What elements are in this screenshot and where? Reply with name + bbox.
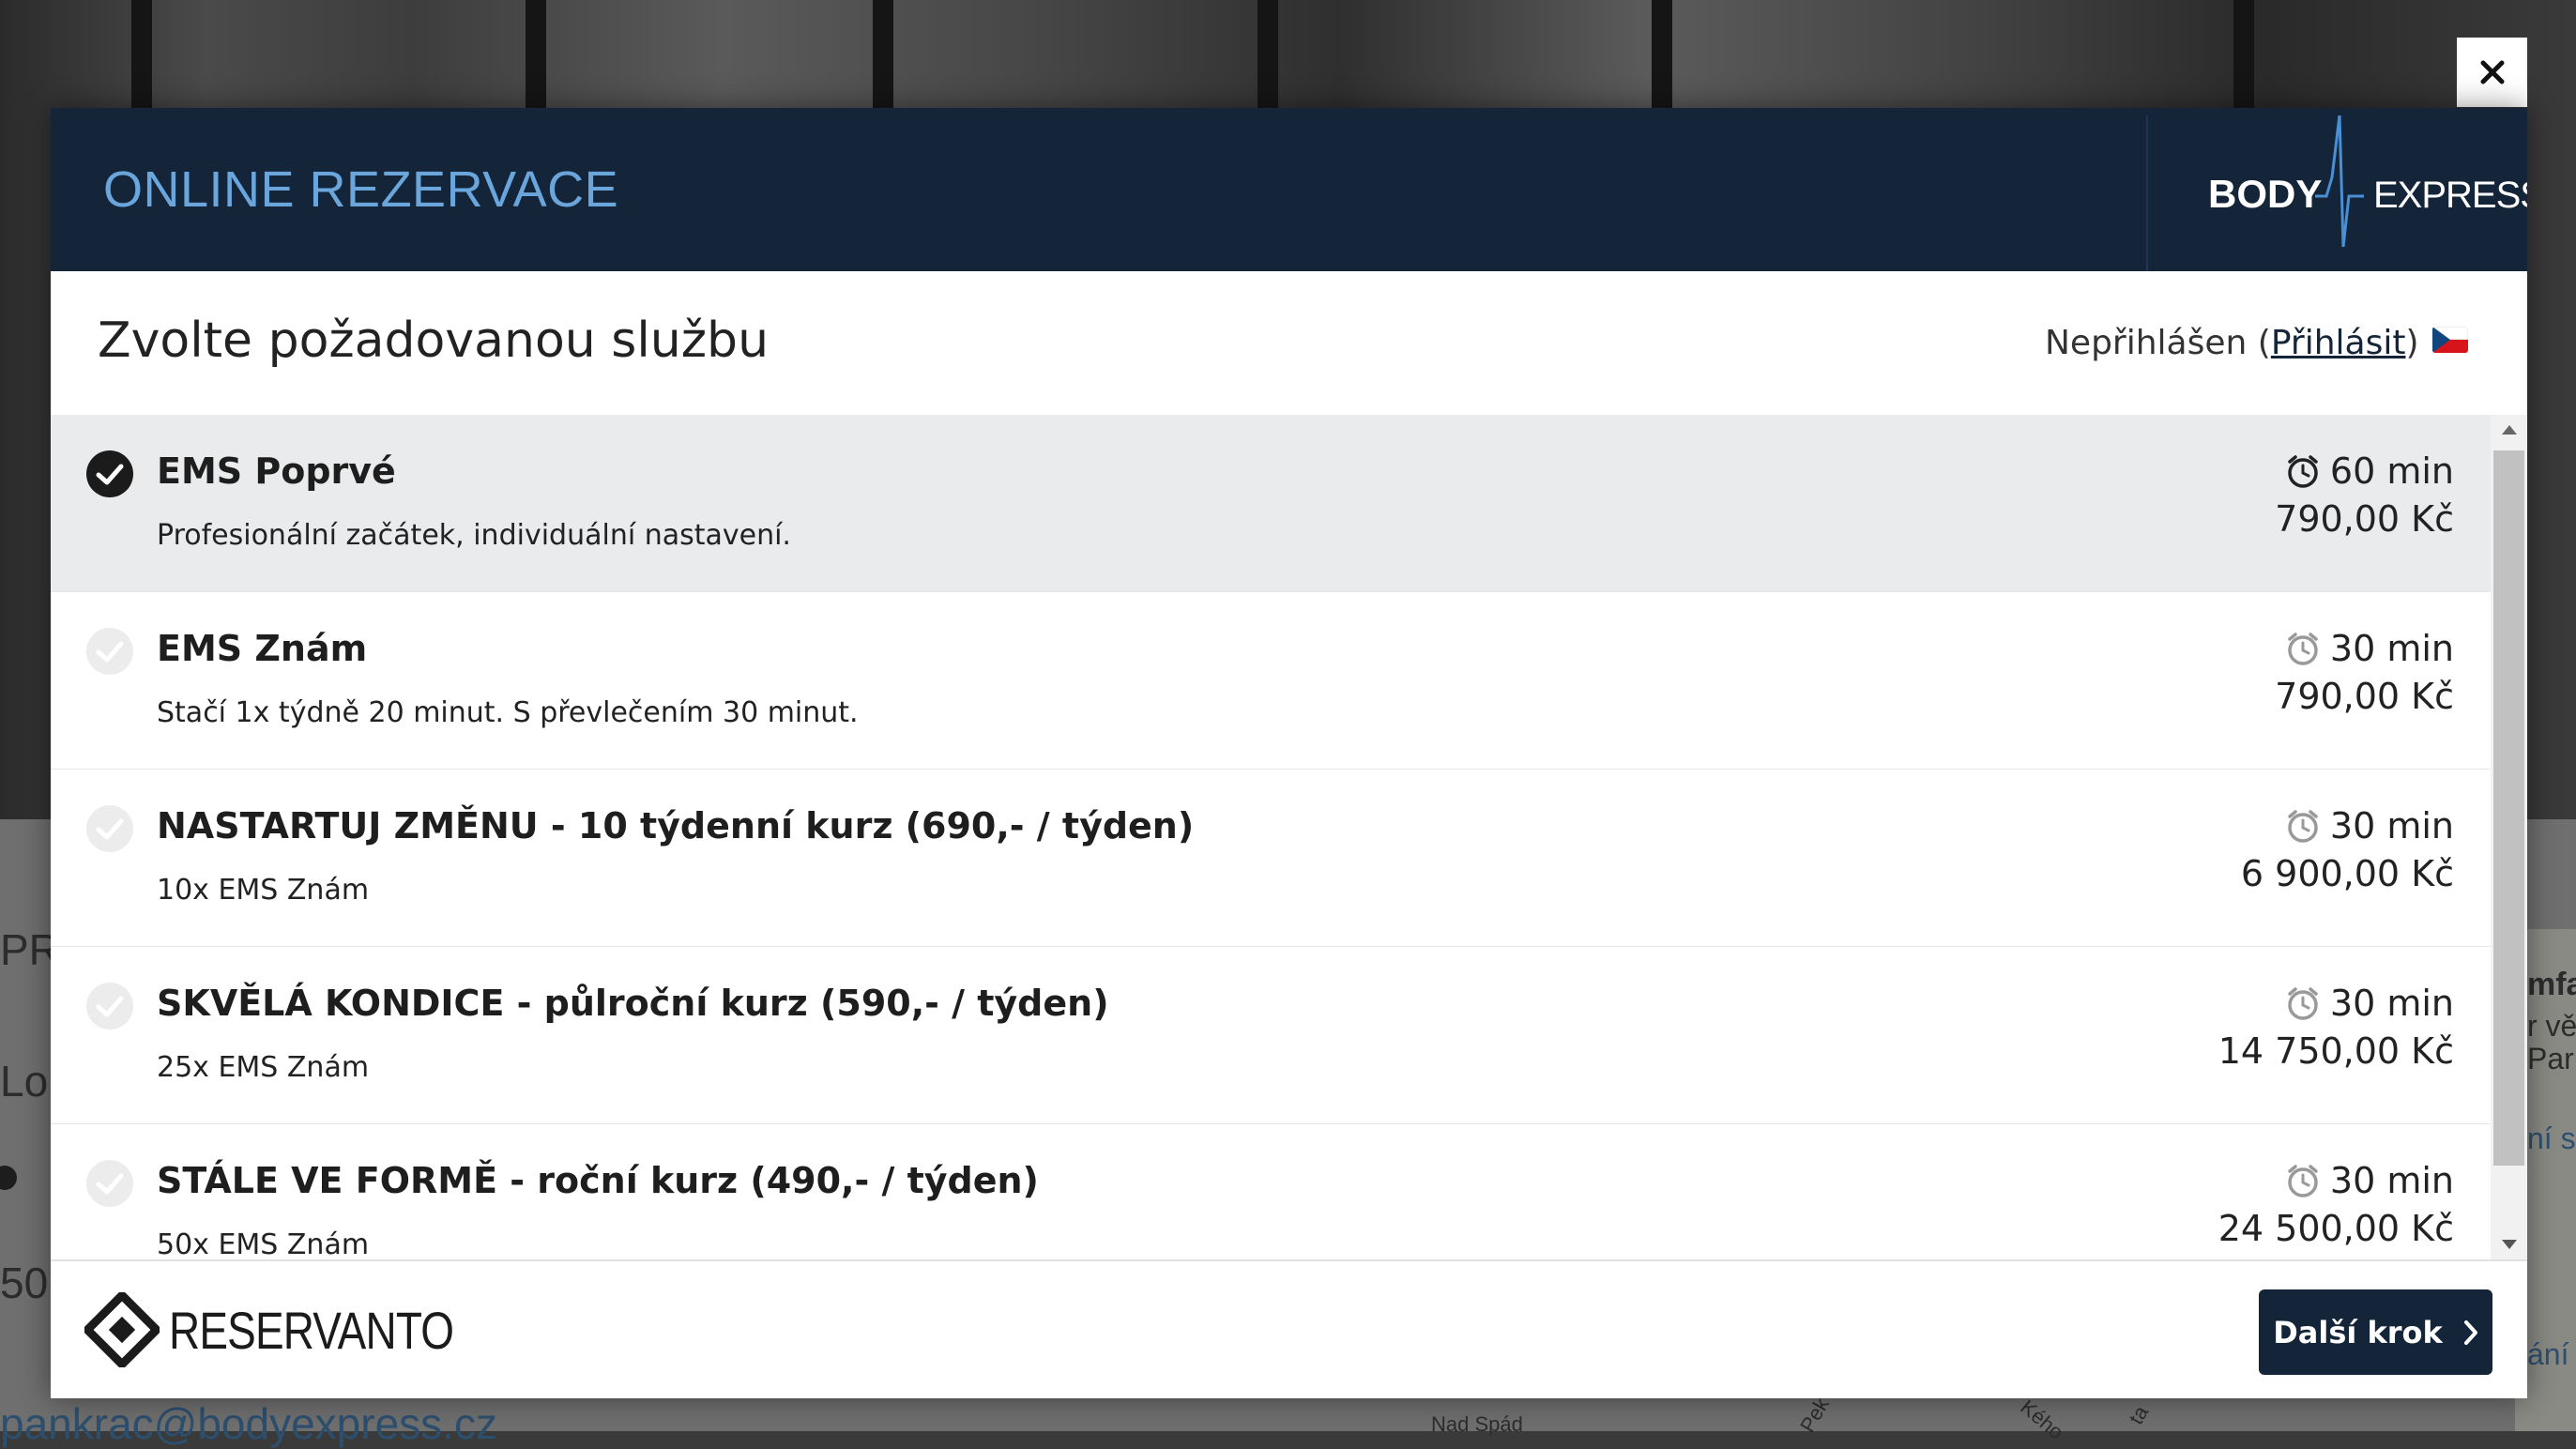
service-duration: 30 min — [2285, 805, 2454, 847]
service-description: 25x EMS Znám — [157, 1051, 370, 1084]
reservanto-brand: RESERVANTO — [84, 1292, 516, 1367]
alarm-clock-icon — [2288, 633, 2318, 665]
arrow-down-icon — [2501, 1240, 2517, 1249]
modal-footer: RESERVANTO Další krok — [51, 1259, 2527, 1398]
service-name: STÁLE VE FORMĚ - roční kurz (490,- / týd… — [157, 1160, 1039, 1201]
body-express-logo: BODY EXPRESS — [2146, 115, 2527, 271]
service-item[interactable]: STÁLE VE FORMĚ - roční kurz (490,- / týd… — [51, 1124, 2491, 1259]
step-header: Zvolte požadovanou službu Nepřihlášen (P… — [51, 271, 2527, 417]
scroll-down-button[interactable] — [2491, 1229, 2527, 1259]
background-link: ání — [2527, 1337, 2569, 1371]
alarm-clock-icon — [2288, 810, 2318, 843]
service-duration-value: 30 min — [2329, 805, 2454, 847]
scrollbar[interactable] — [2491, 415, 2527, 1259]
service-duration-value: 60 min — [2329, 450, 2454, 492]
service-duration: 30 min — [2285, 628, 2454, 669]
step-title: Zvolte požadovanou službu — [98, 313, 770, 369]
service-name: NASTARTUJ ZMĚNU - 10 týdenní kurz (690,-… — [157, 805, 1195, 847]
modal-header: ONLINE REZERVACE BODY EXPRESS — [51, 108, 2527, 271]
map-label: Nad Spád — [1431, 1412, 1523, 1436]
heartbeat-icon — [2315, 115, 2364, 248]
service-duration-value: 30 min — [2329, 983, 2454, 1024]
login-status-text: Nepřihlášen ( — [2045, 324, 2271, 362]
alarm-clock-icon — [2288, 1165, 2318, 1197]
service-item[interactable]: SKVĚLÁ KONDICE - půlroční kurz (590,- / … — [51, 947, 2491, 1125]
scroll-up-button[interactable] — [2491, 415, 2527, 445]
booking-modal: ONLINE REZERVACE BODY EXPRESS Zvolte pož… — [51, 108, 2527, 1398]
service-price: 14 750,00 Kč — [2218, 1030, 2454, 1072]
background-text: r vě — [2527, 1009, 2576, 1043]
background-email: pankrac@bodyexpress.cz — [0, 1399, 497, 1448]
scrollbar-thumb[interactable] — [2493, 450, 2524, 1166]
logo-text-right: EXPRESS — [2373, 175, 2527, 216]
arrow-up-icon — [2501, 425, 2517, 435]
background-link: ní s — [2527, 1121, 2576, 1155]
next-step-button[interactable]: Další krok — [2259, 1289, 2492, 1375]
service-name: EMS Znám — [157, 628, 368, 669]
unchecked-circle-icon — [86, 1160, 133, 1207]
service-description: Stačí 1x týdně 20 minut. S převlečením 3… — [157, 696, 859, 729]
background-text: 50 — [0, 1258, 49, 1307]
background-text: mfa — [2527, 967, 2576, 1002]
service-price: 24 500,00 Kč — [2218, 1208, 2454, 1249]
service-duration: 60 min — [2285, 450, 2454, 492]
cz-flag-icon[interactable] — [2432, 327, 2468, 353]
service-duration: 30 min — [2285, 1160, 2454, 1201]
login-status: Nepřihlášen (Přihlásit) — [2045, 324, 2419, 362]
modal-title: ONLINE REZERVACE — [103, 161, 619, 218]
checked-circle-icon — [86, 450, 133, 497]
unchecked-circle-icon — [86, 805, 133, 852]
service-list: EMS Poprvé Profesionální začátek, individ… — [51, 415, 2491, 1259]
service-item[interactable]: EMS Poprvé Profesionální začátek, individ… — [51, 415, 2491, 593]
reservanto-wordmark: RESERVANTO — [169, 1300, 454, 1360]
chevron-right-icon — [2463, 1319, 2477, 1345]
alarm-clock-icon — [2288, 455, 2318, 488]
unchecked-circle-icon — [86, 628, 133, 675]
alarm-clock-icon — [2288, 987, 2318, 1020]
service-duration: 30 min — [2285, 983, 2454, 1024]
service-price: 790,00 Kč — [2275, 498, 2454, 540]
service-name: SKVĚLÁ KONDICE - půlroční kurz (590,- / … — [157, 983, 1109, 1024]
service-item[interactable]: EMS Znám Stačí 1x týdně 20 minut. S převl… — [51, 592, 2491, 770]
service-description: 50x EMS Znám — [157, 1228, 370, 1259]
service-description: 10x EMS Znám — [157, 874, 370, 907]
service-item[interactable]: NASTARTUJ ZMĚNU - 10 týdenní kurz (690,-… — [51, 770, 2491, 948]
login-link[interactable]: Přihlásit — [2271, 324, 2406, 362]
service-price: 6 900,00 Kč — [2240, 853, 2454, 894]
close-icon — [2480, 60, 2504, 84]
unchecked-circle-icon — [86, 983, 133, 1030]
login-status-paren: ) — [2405, 324, 2419, 362]
service-price: 790,00 Kč — [2275, 676, 2454, 717]
reservanto-logo-icon — [84, 1292, 160, 1367]
background-text: Par — [2527, 1042, 2574, 1075]
service-duration-value: 30 min — [2329, 1160, 2454, 1201]
close-button[interactable] — [2457, 38, 2527, 107]
service-description: Profesionální začátek, individuální nast… — [157, 519, 791, 552]
logo-text-left: BODY — [2208, 172, 2322, 216]
next-step-label: Další krok — [2273, 1314, 2443, 1350]
service-duration-value: 30 min — [2329, 628, 2454, 669]
service-name: EMS Poprvé — [157, 450, 396, 492]
